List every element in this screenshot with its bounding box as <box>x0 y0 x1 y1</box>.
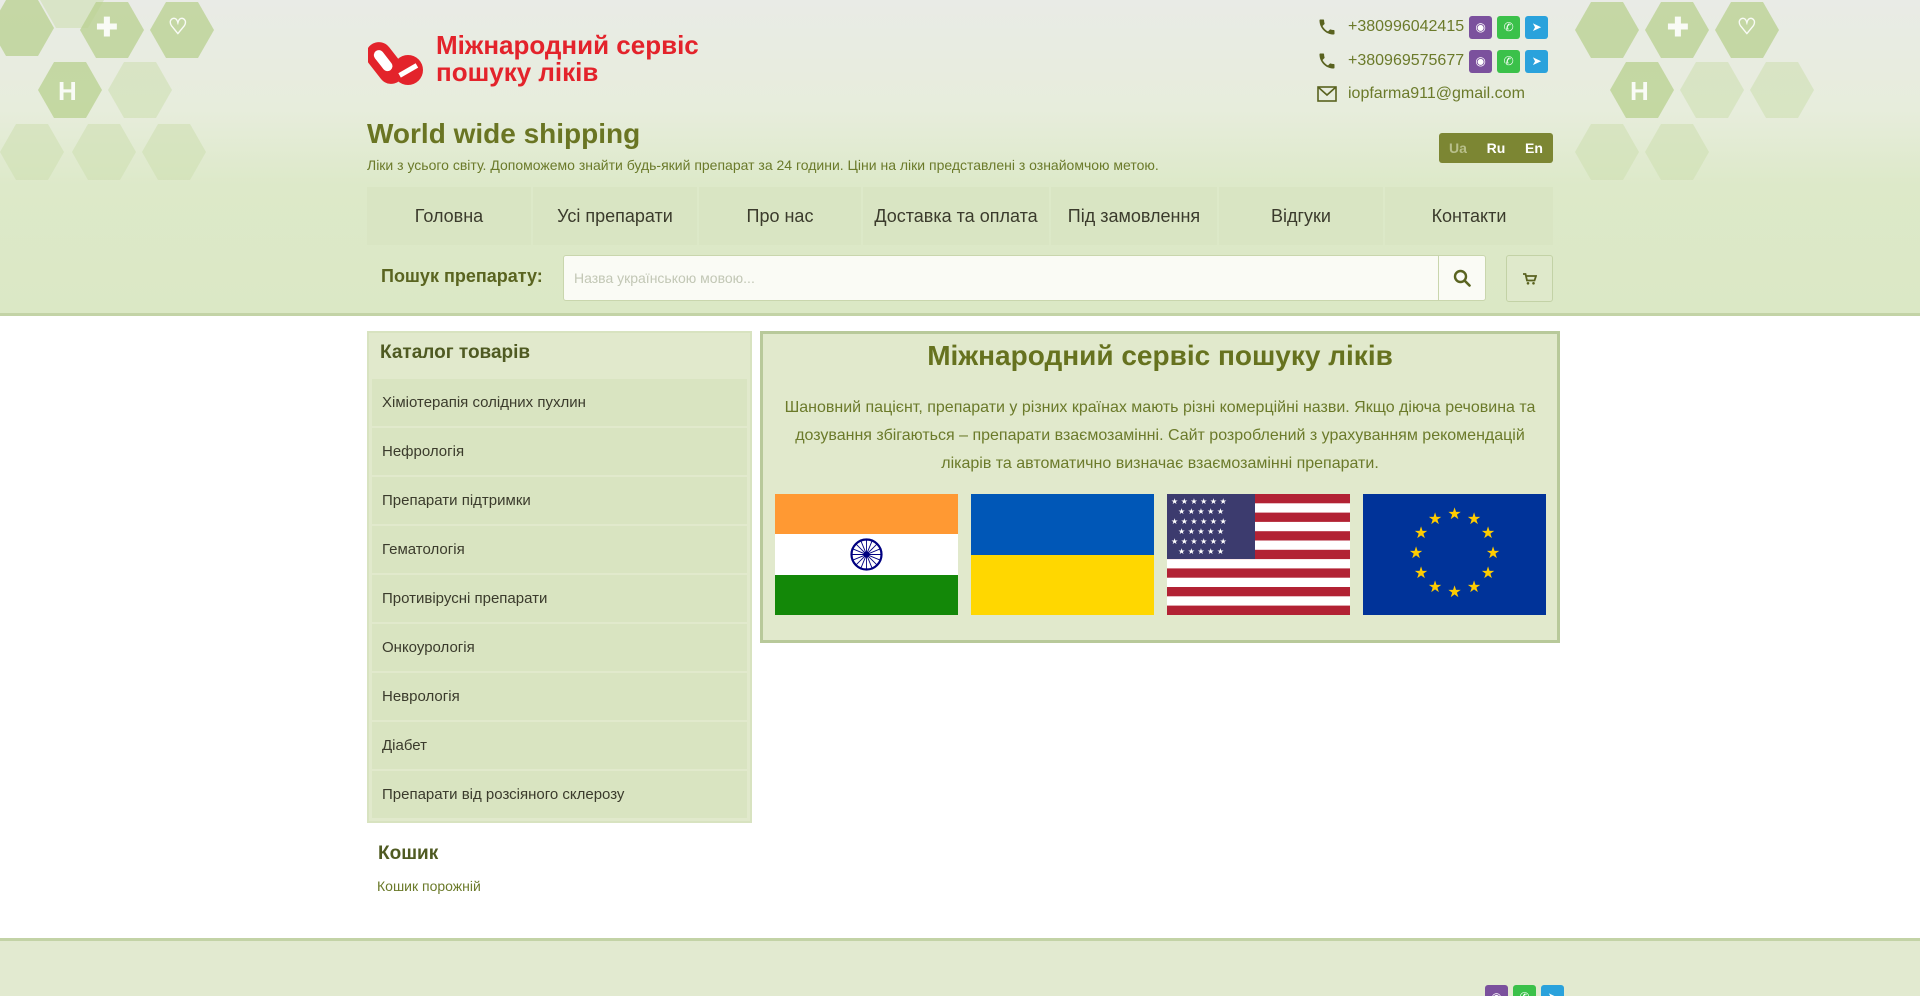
usa-flag: ★ ★ ★ ★ ★ ★ ★ ★ ★ ★ ★ ★ ★ ★ ★ ★ ★ ★ ★ ★ … <box>1167 494 1350 615</box>
catalog-item[interactable]: Нефрологія <box>372 428 747 475</box>
whatsapp-icon[interactable]: ✆ <box>1497 15 1521 39</box>
email-address[interactable]: iopfarma911@gmail.com <box>1348 85 1525 103</box>
eu-flag: ★ ★ ★ ★ ★ ★ ★ ★ ★ ★ ★ ★ <box>1363 494 1546 615</box>
phone-number-1[interactable]: +380996042415 <box>1348 18 1464 36</box>
catalog-item[interactable]: Препарати від розсіяного склерозу <box>372 771 747 818</box>
phone-icon <box>1316 16 1338 38</box>
svg-text:★: ★ <box>1486 543 1500 562</box>
search-label: Пошук препарату: <box>381 266 543 286</box>
nav-about[interactable]: Про нас <box>699 187 861 245</box>
viber-icon[interactable]: ◉ <box>1485 985 1508 996</box>
hexagon-pattern-right: ✚ H ♡ <box>1575 0 1815 190</box>
catalog-item[interactable]: Гематологія <box>372 526 747 573</box>
svg-text:★: ★ <box>1481 563 1495 582</box>
catalog-item[interactable]: Неврологія <box>372 673 747 720</box>
site-footer: ◉ ✆ ➤ <box>0 938 1920 996</box>
lang-en[interactable]: En <box>1515 133 1553 163</box>
site-header: ✚ H ♡ ✚ H ♡ Міжнародний сервіс пошуку лі… <box>0 0 1920 316</box>
svg-text:★: ★ <box>1481 523 1495 542</box>
nav-delivery-payment[interactable]: Доставка та оплата <box>863 187 1049 245</box>
search-icon <box>1453 269 1471 287</box>
catalog-sidebar: Каталог товарів Хіміотерапія солідних пу… <box>367 331 752 823</box>
nav-home[interactable]: Головна <box>367 187 531 245</box>
whatsapp-icon[interactable]: ✆ <box>1513 985 1536 996</box>
search-button[interactable] <box>1438 255 1486 301</box>
lang-ua[interactable]: Ua <box>1439 133 1477 163</box>
language-switcher: Ua Ru En <box>1439 133 1553 163</box>
svg-text:★: ★ <box>1428 577 1442 596</box>
svg-text:★: ★ <box>1447 504 1461 523</box>
telegram-icon[interactable]: ➤ <box>1541 985 1564 996</box>
svg-text:★ ★ ★ ★ ★ ★: ★ ★ ★ ★ ★ ★ <box>1171 537 1227 546</box>
svg-text:★: ★ <box>1414 563 1428 582</box>
catalog-item[interactable]: Хіміотерапія солідних пухлин <box>372 379 747 426</box>
cart-empty-text: Кошик порожній <box>377 878 481 894</box>
intro-panel: Міжнародний сервіс пошуку ліків Шановний… <box>760 331 1560 643</box>
lang-ru[interactable]: Ru <box>1477 133 1515 163</box>
intro-text: Шановний пацієнт, препарати у різних кра… <box>784 399 1536 472</box>
pill-logo-icon <box>368 42 423 85</box>
cart-icon <box>1522 272 1537 285</box>
nav-all-drugs[interactable]: Усі препарати <box>533 187 697 245</box>
catalog-item[interactable]: Препарати підтримки <box>372 477 747 524</box>
whatsapp-icon[interactable]: ✆ <box>1497 49 1521 73</box>
ukraine-flag <box>971 494 1154 615</box>
svg-text:★ ★ ★ ★ ★: ★ ★ ★ ★ ★ <box>1178 527 1224 536</box>
phone-number-2[interactable]: +380969575677 <box>1348 52 1464 70</box>
logo-text: Міжнародний сервіс пошуку ліків <box>436 30 699 87</box>
catalog-item[interactable]: Противірусні препарати <box>372 575 747 622</box>
cart-title: Кошик <box>378 843 439 864</box>
nav-on-order[interactable]: Під замовлення <box>1051 187 1217 245</box>
catalog-title: Каталог товарів <box>380 342 531 363</box>
contact-email: iopfarma911@gmail.com <box>1316 82 1525 106</box>
catalog-item[interactable]: Онкоурологія <box>372 624 747 671</box>
india-flag <box>775 494 958 615</box>
viber-icon[interactable]: ◉ <box>1469 49 1493 73</box>
svg-text:★: ★ <box>1428 509 1442 528</box>
telegram-icon[interactable]: ➤ <box>1525 15 1549 39</box>
svg-text:★: ★ <box>1467 509 1481 528</box>
cart-button[interactable] <box>1506 255 1553 302</box>
svg-text:★ ★ ★ ★ ★: ★ ★ ★ ★ ★ <box>1178 507 1224 516</box>
nav-reviews[interactable]: Відгуки <box>1219 187 1383 245</box>
mail-icon <box>1316 83 1338 105</box>
footer-messengers: ◉ ✆ ➤ <box>1480 985 1564 996</box>
svg-text:★: ★ <box>1409 543 1423 562</box>
phone-icon <box>1316 50 1338 72</box>
catalog-item[interactable]: Діабет <box>372 722 747 769</box>
svg-text:★ ★ ★ ★ ★ ★: ★ ★ ★ ★ ★ ★ <box>1171 517 1227 526</box>
contact-phone-2: +380969575677 ◉ ✆ ➤ <box>1316 49 1549 73</box>
svg-text:★ ★ ★ ★ ★ ★: ★ ★ ★ ★ ★ ★ <box>1171 497 1227 506</box>
svg-text:★: ★ <box>1414 523 1428 542</box>
viber-icon[interactable]: ◉ <box>1469 15 1493 39</box>
svg-text:★: ★ <box>1447 582 1461 601</box>
page-title: Міжнародний сервіс пошуку ліків <box>927 340 1393 371</box>
nav-contacts[interactable]: Контакти <box>1385 187 1553 245</box>
svg-text:★ ★ ★ ★ ★: ★ ★ ★ ★ ★ <box>1178 547 1224 556</box>
site-logo[interactable]: Міжнародний сервіс пошуку ліків <box>368 30 708 90</box>
search-input[interactable] <box>563 255 1439 301</box>
contact-phone-1: +380996042415 ◉ ✆ ➤ <box>1316 15 1549 39</box>
telegram-icon[interactable]: ➤ <box>1525 49 1549 73</box>
tagline-description: Ліки з усього світу. Допоможемо знайти б… <box>367 157 1159 173</box>
main-nav: Головна Усі препарати Про нас Доставка т… <box>367 187 1553 245</box>
hexagon-pattern-left: ✚ H ♡ <box>0 0 240 190</box>
svg-text:★: ★ <box>1467 577 1481 596</box>
tagline: World wide shipping <box>367 118 641 149</box>
